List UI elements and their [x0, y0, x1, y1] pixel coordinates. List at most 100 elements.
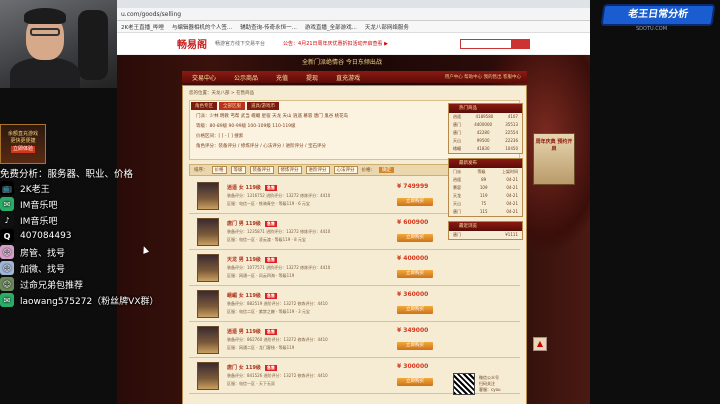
listing-price: ¥ 360000 — [397, 291, 429, 298]
character-avatar[interactable] — [197, 253, 219, 282]
site-logo[interactable]: 畅易阁 — [177, 36, 207, 51]
listing-price: ¥ 600900 — [397, 219, 429, 226]
streamer-body — [10, 58, 80, 88]
nav-item[interactable]: 充值 — [276, 73, 288, 82]
tab-bar[interactable] — [117, 0, 590, 8]
site-search-input[interactable] — [460, 38, 530, 49]
recent-title: 最新发布 — [449, 159, 522, 168]
qq-icon: Q — [0, 229, 14, 243]
sort-button[interactable]: 修炼评分 — [277, 166, 302, 174]
back-to-top-icon[interactable]: ▲ — [533, 337, 547, 351]
address-bar[interactable]: u.com/goods/selling — [117, 8, 590, 21]
hot-goods-row[interactable]: 唐门 4400000 35513 — [449, 121, 522, 129]
sort-button[interactable]: 装备评分 — [249, 166, 274, 174]
buy-button[interactable]: 立即购买 — [397, 270, 433, 278]
hot-goods-row[interactable]: 唐门 42280 22554 — [449, 129, 522, 137]
character-name[interactable]: 逍遥 女 119级 急售 — [227, 184, 382, 191]
buy-button[interactable]: 立即购买 — [397, 306, 433, 314]
avatar-icon: ☺ — [0, 261, 14, 275]
bookmark[interactable]: 与编辑器相机的个人签... — [172, 23, 232, 31]
buy-button[interactable]: 立即购买 — [397, 198, 433, 206]
bookmarks-bar: 2K老王直播_哔哩 与编辑器相机的个人签... 辅助查询-传奇永恒一... 游戏… — [117, 21, 590, 33]
character-avatar[interactable] — [197, 217, 219, 246]
character-name[interactable]: 唐门 女 119级 急售 — [227, 364, 382, 371]
hot-goods-row[interactable]: 峨嵋 41830 10450 — [449, 145, 522, 153]
bookmark[interactable]: 2K老王直播_哔哩 — [121, 23, 164, 31]
bookmark[interactable]: 游戏直播_全部游戏... — [305, 23, 357, 31]
wechat-icon: ✉ — [0, 293, 14, 307]
contact-row: ♪ IM音乐吧 — [0, 212, 160, 228]
character-name[interactable]: 逍遥 男 119级 急售 — [227, 328, 382, 335]
sort-button[interactable]: 等级 — [230, 166, 246, 174]
urgent-badge: 急售 — [264, 365, 277, 371]
buy-button[interactable]: 立即购买 — [397, 378, 433, 386]
user-links[interactable]: 用户中心 帮助中心 我的售出 客服中心 — [445, 74, 521, 80]
recharge-ad[interactable]: 余额直充游戏 更快更便捷 立即体验 — [0, 124, 46, 164]
character-server: 区服：电信一区 · 凌云渡 · 等级119 · 8 元宝 — [227, 237, 306, 242]
character-server: 区服：网通二区 · 龙门客栈 · 等级119 — [227, 345, 295, 350]
sort-label: 排序： — [194, 168, 208, 173]
listing-price: ¥ 749999 — [397, 183, 429, 190]
recent-row[interactable]: 逍遥 89 04-21 — [449, 176, 522, 184]
hot-goods-title: 热门商品 — [449, 104, 522, 113]
character-avatar[interactable] — [197, 181, 219, 210]
character-server: 区服：电信二区 · 紫禁之巅 · 等级119 · 3 元宝 — [227, 309, 310, 314]
tab-server[interactable]: 全部区服 — [219, 102, 245, 110]
urgent-badge: 急售 — [264, 293, 277, 299]
character-avatar[interactable] — [197, 325, 219, 354]
recent-row[interactable]: 天龙 119 04-21 — [449, 192, 522, 200]
bookmark[interactable]: 天龙八部网络服务 — [365, 23, 409, 31]
bookmark[interactable]: 辅助查询-传奇永恒一... — [240, 23, 297, 31]
avatar-icon: ☺ — [0, 245, 14, 259]
nav-item[interactable]: 直充游戏 — [336, 73, 360, 82]
browse-box: 最近浏览 唐门 ¥1111 — [448, 221, 523, 240]
nav-item[interactable]: 提现 — [306, 73, 318, 82]
ad-cta-button[interactable]: 立即体验 — [10, 146, 35, 153]
hot-goods-row[interactable]: 天山 99500 22236 — [449, 137, 522, 145]
urgent-badge: 急售 — [264, 257, 277, 263]
site-header: 畅易阁 畅游官方线下交易平台 公告：4月21日周年庆优惠折扣活动开启查看 ▶ — [117, 33, 590, 55]
channel-badge: 老王日常分析 — [600, 4, 716, 26]
hot-goods-row[interactable]: 逍遥 4189580 4107 — [449, 113, 522, 121]
contact-row: 📺 2K老王 — [0, 180, 160, 196]
tab-role[interactable]: 角色专区 — [191, 102, 217, 110]
nav-item[interactable]: 公示商品 — [234, 73, 258, 82]
wechat-icon: ✉ — [0, 197, 14, 211]
recent-row[interactable]: 天山 75 04-21 — [449, 200, 522, 208]
site-notice[interactable]: 公告：4月21日周年庆优惠折扣活动开启查看 ▶ — [283, 40, 388, 47]
nav-item[interactable]: 交易中心 — [192, 73, 216, 82]
contact-row: ☺ 过命兄弟包推荐 — [0, 276, 160, 292]
listing-price: ¥ 300000 — [397, 363, 429, 370]
sidebar: 热门商品 逍遥 4189580 4107 唐门 4400000 35513 唐门 4228… — [448, 103, 523, 403]
confirm-button[interactable]: 确定 — [379, 167, 394, 173]
buy-button[interactable]: 立即购买 — [397, 234, 433, 242]
contact-row: ☺ 加微、找号 — [0, 260, 160, 276]
avatar-icon: ☺ — [0, 277, 14, 291]
search-button[interactable] — [511, 39, 529, 48]
character-stats: 装备评分：862760 进阶评分：13272 修炼评分：4410 — [227, 337, 328, 342]
promo-poster[interactable]: 周年庆典 预约开启 — [533, 133, 575, 185]
urgent-badge: 急售 — [264, 329, 277, 335]
character-avatar[interactable] — [197, 289, 219, 318]
tab-items[interactable]: 道具/游戏币 — [247, 102, 280, 110]
character-stats: 装备评分：1316752 进阶评分：13272 修炼评分：4410 — [227, 193, 331, 198]
channel-badge-subtitle: SDOTU.COM — [636, 26, 668, 32]
listing-price: ¥ 349000 — [397, 327, 429, 334]
character-avatar[interactable] — [197, 361, 219, 390]
url-text: u.com/goods/selling — [121, 10, 182, 18]
sort-button[interactable]: 心法评分 — [333, 166, 358, 174]
buy-button[interactable]: 立即购买 — [397, 342, 433, 350]
character-name[interactable]: 天龙 男 119级 急售 — [227, 256, 382, 263]
qr-caption: 微信公众号 扫码关注 客服：cyou — [479, 375, 501, 392]
stream-overlay: 免费分析：服务器、职业、价格 📺 2K老王 ✉ IM音乐吧 ♪ IM音乐吧 Q 4070… — [0, 166, 160, 308]
price-label: 价格： — [361, 168, 376, 173]
character-name[interactable]: 峨嵋 女 119级 急售 — [227, 292, 382, 299]
bilibili-icon: 📺 — [0, 181, 14, 195]
webcam-feed — [0, 0, 117, 88]
sort-button[interactable]: 进阶评分 — [305, 166, 330, 174]
browse-row[interactable]: 唐门 ¥1111 — [449, 231, 522, 239]
sort-button[interactable]: 价格 — [211, 166, 227, 174]
recent-row[interactable]: 慕容 109 04-21 — [449, 184, 522, 192]
recent-row[interactable]: 唐门 115 04-21 — [449, 208, 522, 216]
character-name[interactable]: 唐门 男 119级 急售 — [227, 220, 382, 227]
